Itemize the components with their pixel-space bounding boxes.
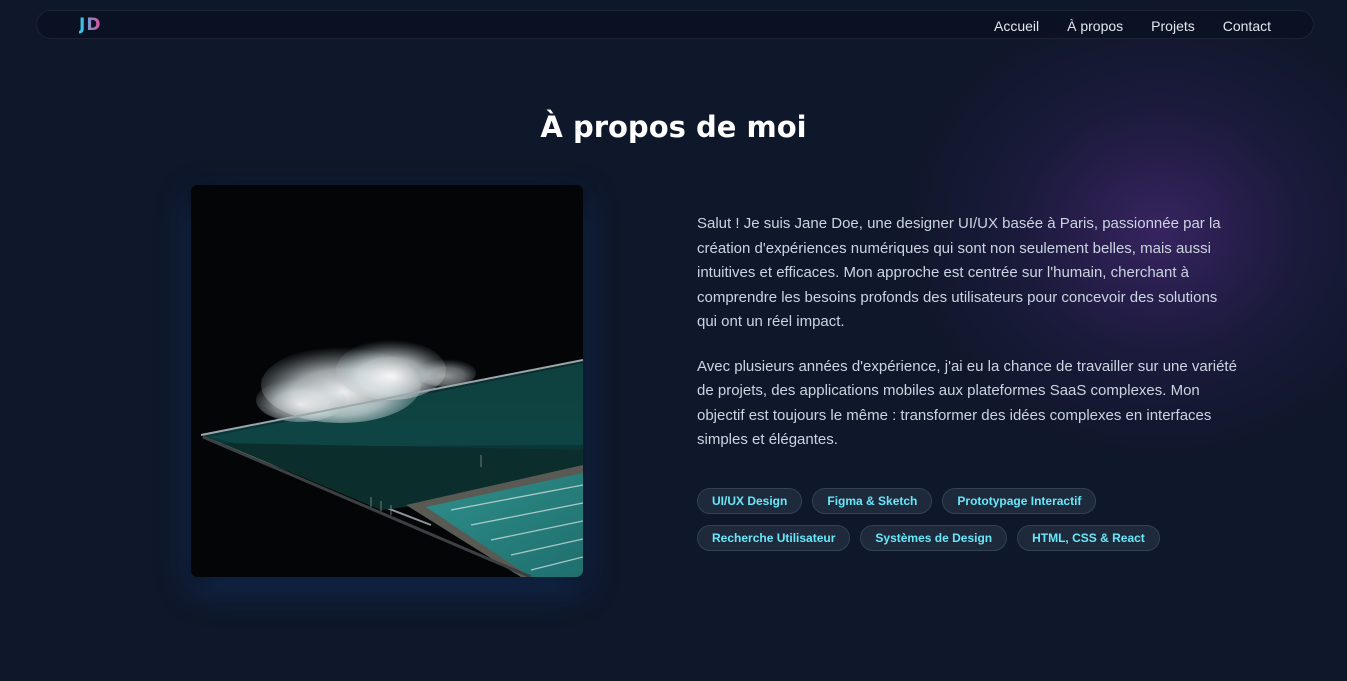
- bio: Salut ! Je suis Jane Doe, une designer U…: [697, 212, 1237, 473]
- navbar: JD Accueil À propos Projets Contact: [36, 10, 1314, 39]
- skill-tags: UI/UX Design Figma & Sketch Prototypage …: [697, 488, 1217, 551]
- bio-paragraph-2: Avec plusieurs années d'expérience, j'ai…: [697, 357, 1237, 449]
- nav-link-a-propos[interactable]: À propos: [1067, 18, 1123, 34]
- skill-tag: Figma & Sketch: [812, 488, 933, 514]
- skill-tag: UI/UX Design: [697, 488, 803, 514]
- nav-link-projets[interactable]: Projets: [1151, 18, 1195, 34]
- skill-tag: Recherche Utilisateur: [697, 525, 851, 551]
- page-title: À propos de moi: [540, 110, 807, 144]
- skill-tag: Systèmes de Design: [860, 525, 1008, 551]
- nav-link-accueil[interactable]: Accueil: [994, 18, 1039, 34]
- nav-link-contact[interactable]: Contact: [1223, 18, 1271, 34]
- ocean-pool-photo: [191, 185, 583, 577]
- skill-tag: HTML, CSS & React: [1017, 525, 1160, 551]
- nav-links: Accueil À propos Projets Contact: [994, 11, 1271, 40]
- bio-paragraph-1: Salut ! Je suis Jane Doe, une designer U…: [697, 215, 1221, 330]
- profile-photo: [191, 185, 583, 577]
- logo[interactable]: JD: [79, 16, 101, 35]
- skill-tag: Prototypage Interactif: [942, 488, 1097, 514]
